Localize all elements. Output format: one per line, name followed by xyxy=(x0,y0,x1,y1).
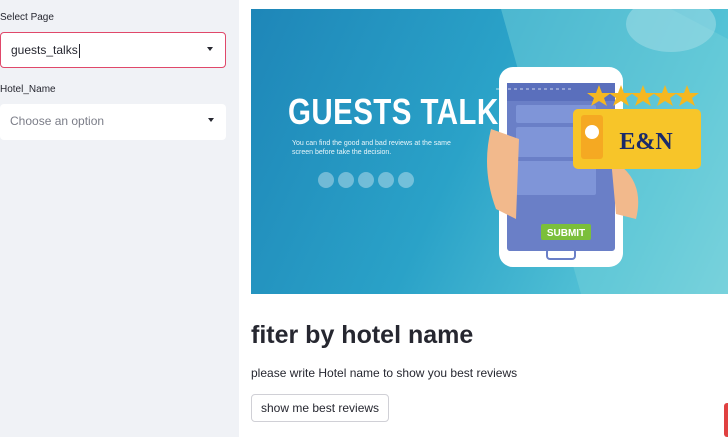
select-page-label: Select Page xyxy=(0,12,54,23)
star-icon xyxy=(378,172,394,188)
banner-title: GUESTS TALK xyxy=(288,91,499,132)
page-heading: fiter by hotel name xyxy=(251,321,474,349)
thumbs-up-icon xyxy=(338,172,354,188)
hotel-name-placeholder: Choose an option xyxy=(10,114,105,128)
submit-button-label: SUBMIT xyxy=(547,228,585,239)
menu-icon xyxy=(318,172,334,188)
chevron-down-icon[interactable] xyxy=(207,47,213,51)
banner-circle-icons xyxy=(318,172,418,193)
hotel-name-label: Hotel_Name xyxy=(0,84,56,95)
share-icon xyxy=(398,172,414,188)
logo-text: E&N xyxy=(619,129,673,155)
text-cursor xyxy=(78,43,80,58)
hotel-name-dropdown[interactable]: Choose an option xyxy=(0,104,226,140)
heart-icon xyxy=(358,172,374,188)
banner-subtitle: You can find the good and bad reviews at… xyxy=(292,140,451,156)
description-text: please write Hotel name to show you best… xyxy=(251,366,518,380)
status-indicator xyxy=(724,403,728,437)
chevron-down-icon[interactable] xyxy=(208,118,214,122)
show-best-reviews-button[interactable]: show me best reviews xyxy=(251,394,390,422)
select-page-dropdown[interactable]: guests_talks xyxy=(0,32,226,68)
banner-image: SUBMIT E&N GUESTS TALK You can find the … xyxy=(251,9,728,294)
sidebar: Select Page guests_talks Hotel_Name Choo… xyxy=(0,0,239,437)
select-page-value: guests_talks xyxy=(11,43,78,57)
